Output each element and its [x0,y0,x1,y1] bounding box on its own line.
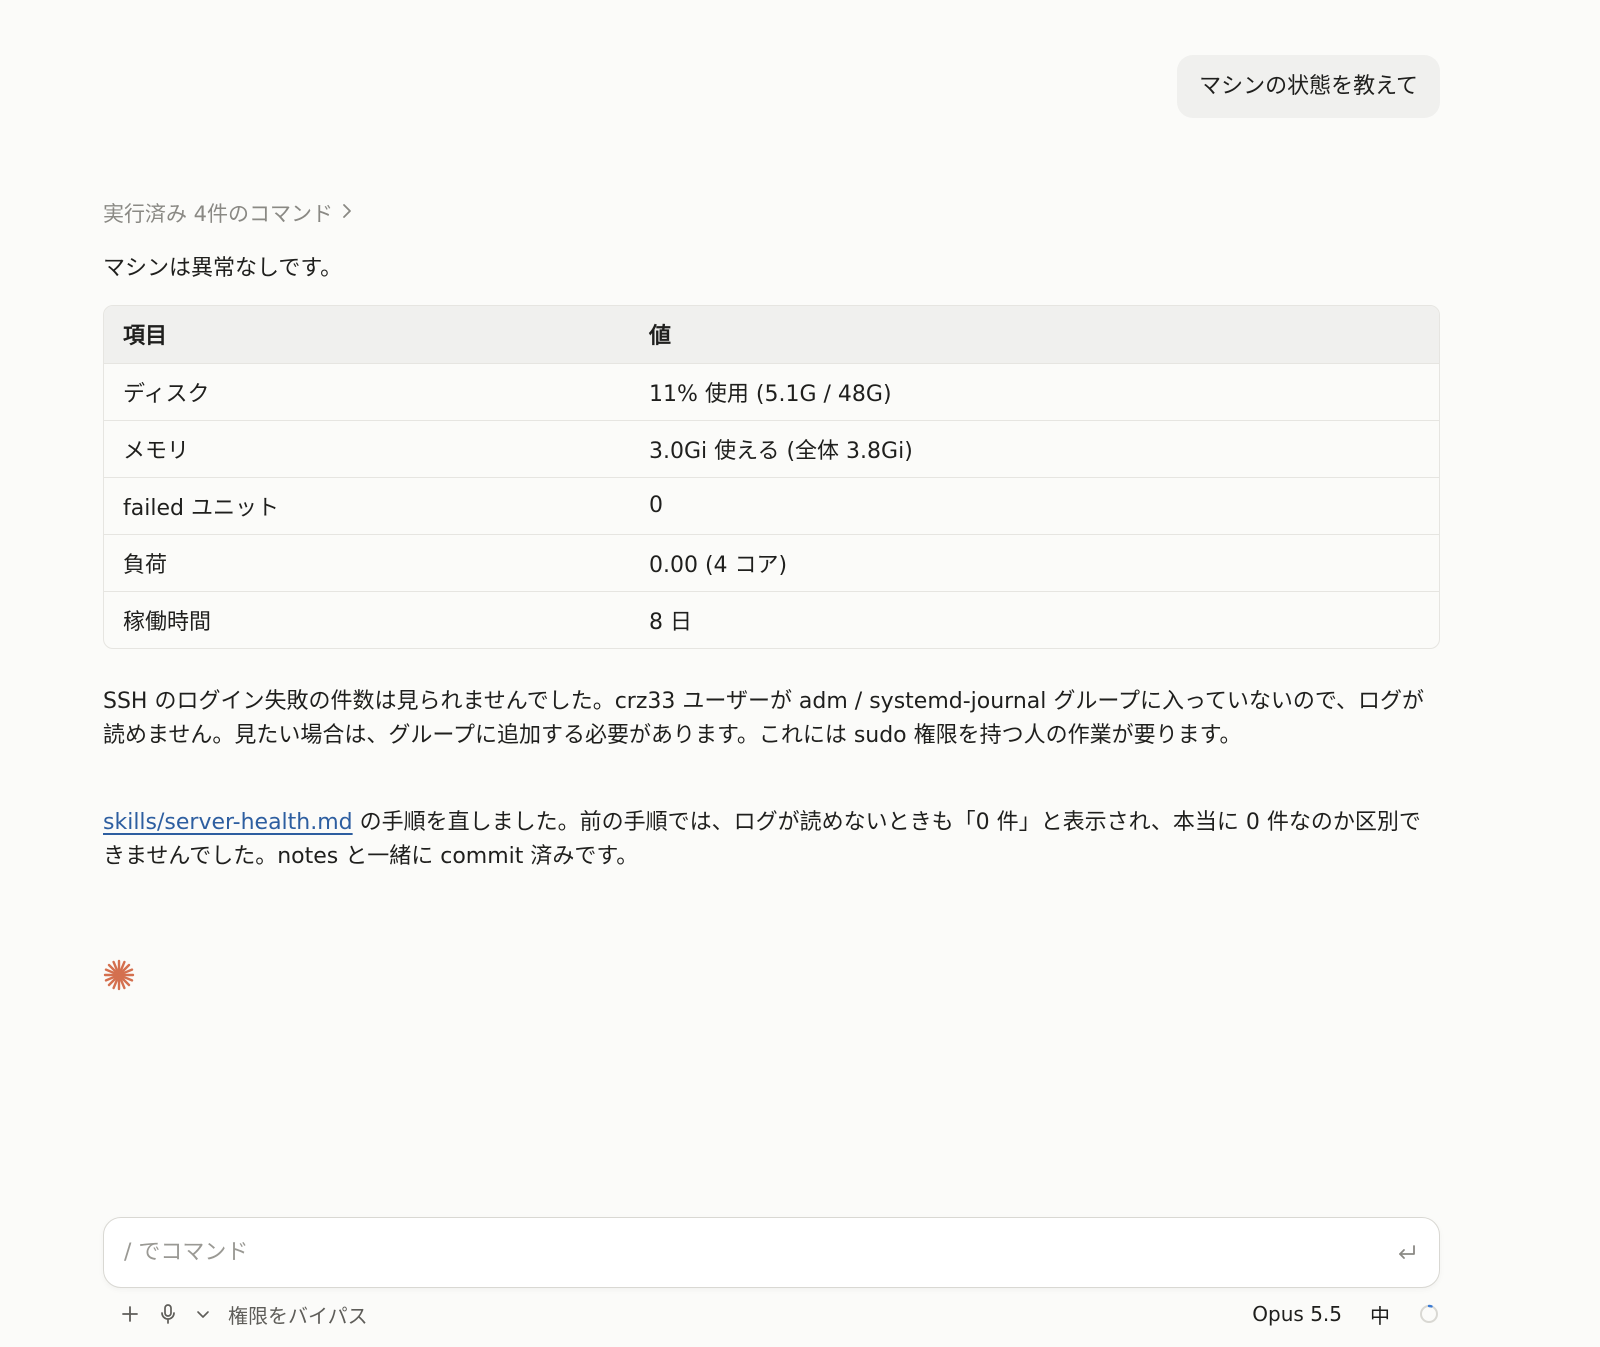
skill-update-paragraph: skills/server-health.md の手順を直しました。前の手順では… [103,806,1440,874]
chevron-right-icon [341,202,353,225]
effort-selector[interactable]: 中 [1370,1300,1390,1329]
commands-summary-toggle[interactable]: 実行済み 4件のコマンド [103,198,353,228]
table-cell-value: 8 日 [649,609,692,635]
table-cell-item: 稼働時間 [123,609,212,635]
voice-input-button[interactable] [158,1303,178,1325]
assistant-intro-text: マシンは異常なしです。 [103,256,343,281]
context-usage-indicator[interactable] [1418,1303,1440,1325]
table-row: ディスク 11% 使用 (5.1G / 48G) [104,363,1439,420]
table-cell-value: 11% 使用 (5.1G / 48G) [649,381,892,407]
table-row: failed ユニット 0 [104,477,1439,534]
status-table: 項目 値 ディスク 11% 使用 (5.1G / 48G) メモリ 3.0Gi … [103,305,1440,649]
asterisk-spinner-icon [103,959,135,991]
progress-ring-icon [1420,1304,1438,1323]
ssh-note-paragraph: SSH のログイン失敗の件数は見られませんでした。crz33 ユーザーが adm… [103,689,1425,748]
skill-file-link[interactable]: skills/server-health.md [103,810,353,835]
table-row: 負荷 0.00 (4 コア) [104,534,1439,591]
table-row: 稼働時間 8 日 [104,591,1439,648]
table-header-row: 項目 値 [104,306,1439,363]
table-header-item: 項目 [123,324,168,350]
message-composer [103,1217,1440,1288]
microphone-icon [161,1304,175,1324]
table-cell-item: failed ユニット [123,495,279,521]
table-header-value: 値 [649,324,672,350]
table-row: メモリ 3.0Gi 使える (全体 3.8Gi) [104,420,1439,477]
enter-icon[interactable] [1395,1242,1417,1264]
table-cell-item: 負荷 [123,552,168,578]
table-cell-value: 0 [649,493,663,518]
table-cell-item: メモリ [123,438,190,464]
permission-mode-selector[interactable]: 権限をバイパス [228,1300,368,1329]
plus-icon [122,1306,138,1322]
commands-summary-label: 実行済み 4件のコマンド [103,202,334,226]
command-input[interactable] [124,1218,1364,1287]
table-cell-item: ディスク [123,381,210,407]
model-selector[interactable]: Opus 5.5 [1252,1302,1342,1326]
composer-toolbar: 権限をバイパス Opus 5.5 中 [120,1296,1440,1332]
table-cell-value: 0.00 (4 コア) [649,552,788,578]
chat-page: マシンの状態を教えて 実行済み 4件のコマンド マシンは異常なしです。 項目 値… [0,0,1600,1347]
user-message-bubble: マシンの状態を教えて [1177,55,1440,118]
voice-options-dropdown[interactable] [196,1309,210,1319]
add-attachment-button[interactable] [120,1304,140,1324]
table-cell-value: 3.0Gi 使える (全体 3.8Gi) [649,438,913,464]
chevron-down-icon [197,1311,209,1318]
